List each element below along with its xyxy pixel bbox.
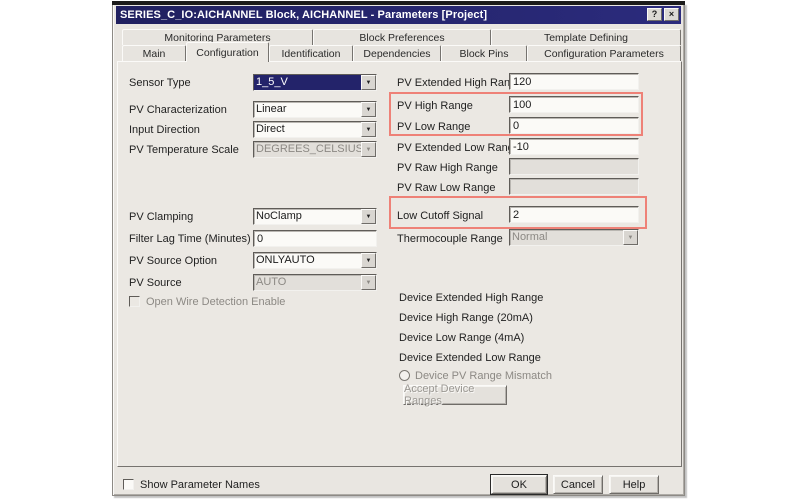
- chevron-down-icon[interactable]: ▼: [361, 122, 376, 137]
- pv-clamping-value: NoClamp: [254, 209, 361, 224]
- ok-button[interactable]: OK: [491, 475, 547, 494]
- device-pv-range-mismatch-radio[interactable]: [399, 370, 410, 381]
- pv-source-label: PV Source: [129, 277, 182, 289]
- show-parameter-names-checkbox[interactable]: [123, 479, 134, 490]
- thermocouple-range-label: Thermocouple Range: [397, 233, 503, 245]
- parameters-dialog: SERIES_C_IO:AICHANNEL Block, AICHANNEL -…: [112, 3, 685, 496]
- tab-template-defining[interactable]: Template Defining: [491, 29, 681, 45]
- tab-dependencies[interactable]: Dependencies: [353, 45, 441, 61]
- pv-raw-high-range-label: PV Raw High Range: [397, 162, 498, 174]
- sensor-type-select[interactable]: 1_5_V ▼: [253, 74, 377, 91]
- tab-block-preferences[interactable]: Block Preferences: [313, 29, 491, 45]
- chevron-down-icon: ▼: [361, 275, 376, 290]
- pv-raw-high-range-input[interactable]: [509, 158, 639, 175]
- tab-configuration[interactable]: Configuration: [186, 42, 269, 62]
- pv-extended-low-range-label: PV Extended Low Range: [397, 142, 520, 154]
- device-extended-high-range-label: Device Extended High Range: [399, 292, 543, 304]
- title-bar[interactable]: SERIES_C_IO:AICHANNEL Block, AICHANNEL -…: [116, 6, 681, 24]
- pv-source-option-select[interactable]: ONLYAUTO ▼: [253, 252, 377, 269]
- pv-temperature-scale-label: PV Temperature Scale: [129, 144, 239, 156]
- chevron-down-icon[interactable]: ▼: [361, 102, 376, 117]
- show-parameter-names-label: Show Parameter Names: [140, 479, 260, 491]
- close-icon[interactable]: ×: [664, 8, 679, 21]
- chevron-down-icon: ▼: [623, 230, 638, 245]
- pv-source-value: AUTO: [254, 275, 361, 290]
- tab-identification[interactable]: Identification: [269, 45, 353, 61]
- device-extended-low-range-label: Device Extended Low Range: [399, 352, 541, 364]
- low-cutoff-signal-label: Low Cutoff Signal: [397, 210, 483, 222]
- chevron-down-icon[interactable]: ▼: [361, 209, 376, 224]
- sensor-type-value: 1_5_V: [254, 75, 361, 90]
- chevron-down-icon: ▼: [361, 142, 376, 157]
- cancel-button[interactable]: Cancel: [553, 475, 603, 494]
- tab-configuration-parameters[interactable]: Configuration Parameters: [527, 45, 681, 61]
- pv-temperature-scale-value: DEGREES_CELSIUS: [254, 142, 361, 157]
- pv-low-range-input[interactable]: [509, 117, 639, 134]
- device-pv-range-mismatch-label: Device PV Range Mismatch: [415, 370, 552, 382]
- device-low-range-label: Device Low Range (4mA): [399, 332, 524, 344]
- open-wire-detection-checkbox[interactable]: [129, 296, 140, 307]
- help-button[interactable]: Help: [609, 475, 659, 494]
- pv-source-option-value: ONLYAUTO: [254, 253, 361, 268]
- pv-clamping-label: PV Clamping: [129, 211, 193, 223]
- input-direction-value: Direct: [254, 122, 361, 137]
- filter-lag-time-input[interactable]: [253, 230, 377, 247]
- pv-extended-low-range-input[interactable]: [509, 138, 639, 155]
- pv-raw-low-range-label: PV Raw Low Range: [397, 182, 495, 194]
- device-high-range-label: Device High Range (20mA): [399, 312, 533, 324]
- pv-source-select[interactable]: AUTO ▼: [253, 274, 377, 291]
- pv-high-range-label: PV High Range: [397, 100, 473, 112]
- help-icon[interactable]: ?: [647, 8, 662, 21]
- thermocouple-range-select[interactable]: Normal ▼: [509, 229, 639, 246]
- pv-temperature-scale-select[interactable]: DEGREES_CELSIUS ▼: [253, 141, 377, 158]
- input-direction-select[interactable]: Direct ▼: [253, 121, 377, 138]
- pv-low-range-label: PV Low Range: [397, 121, 470, 133]
- input-direction-label: Input Direction: [129, 124, 200, 136]
- pv-source-option-label: PV Source Option: [129, 255, 217, 267]
- pv-characterization-value: Linear: [254, 102, 361, 117]
- thermocouple-range-value: Normal: [510, 230, 623, 245]
- tab-block-pins[interactable]: Block Pins: [441, 45, 527, 61]
- accept-device-ranges-button[interactable]: Accept Device Ranges: [403, 385, 507, 405]
- window-title: SERIES_C_IO:AICHANNEL Block, AICHANNEL -…: [120, 9, 487, 21]
- pv-extended-high-range-label: PV Extended High Range: [397, 77, 522, 89]
- tab-main[interactable]: Main: [122, 45, 186, 61]
- pv-clamping-select[interactable]: NoClamp ▼: [253, 208, 377, 225]
- window-top-edge: [112, 1, 685, 5]
- sensor-type-label: Sensor Type: [129, 77, 191, 89]
- screenshot-background: { "window": { "title": "SERIES_C_IO:AICH…: [0, 0, 800, 500]
- pv-high-range-input[interactable]: [509, 96, 639, 113]
- pv-raw-low-range-input[interactable]: [509, 178, 639, 195]
- pv-characterization-select[interactable]: Linear ▼: [253, 101, 377, 118]
- pv-characterization-label: PV Characterization: [129, 104, 227, 116]
- chevron-down-icon[interactable]: ▼: [361, 75, 376, 90]
- chevron-down-icon[interactable]: ▼: [361, 253, 376, 268]
- pv-extended-high-range-input[interactable]: [509, 73, 639, 90]
- filter-lag-time-label: Filter Lag Time (Minutes): [129, 233, 251, 245]
- open-wire-detection-label: Open Wire Detection Enable: [146, 296, 285, 308]
- low-cutoff-signal-input[interactable]: [509, 206, 639, 223]
